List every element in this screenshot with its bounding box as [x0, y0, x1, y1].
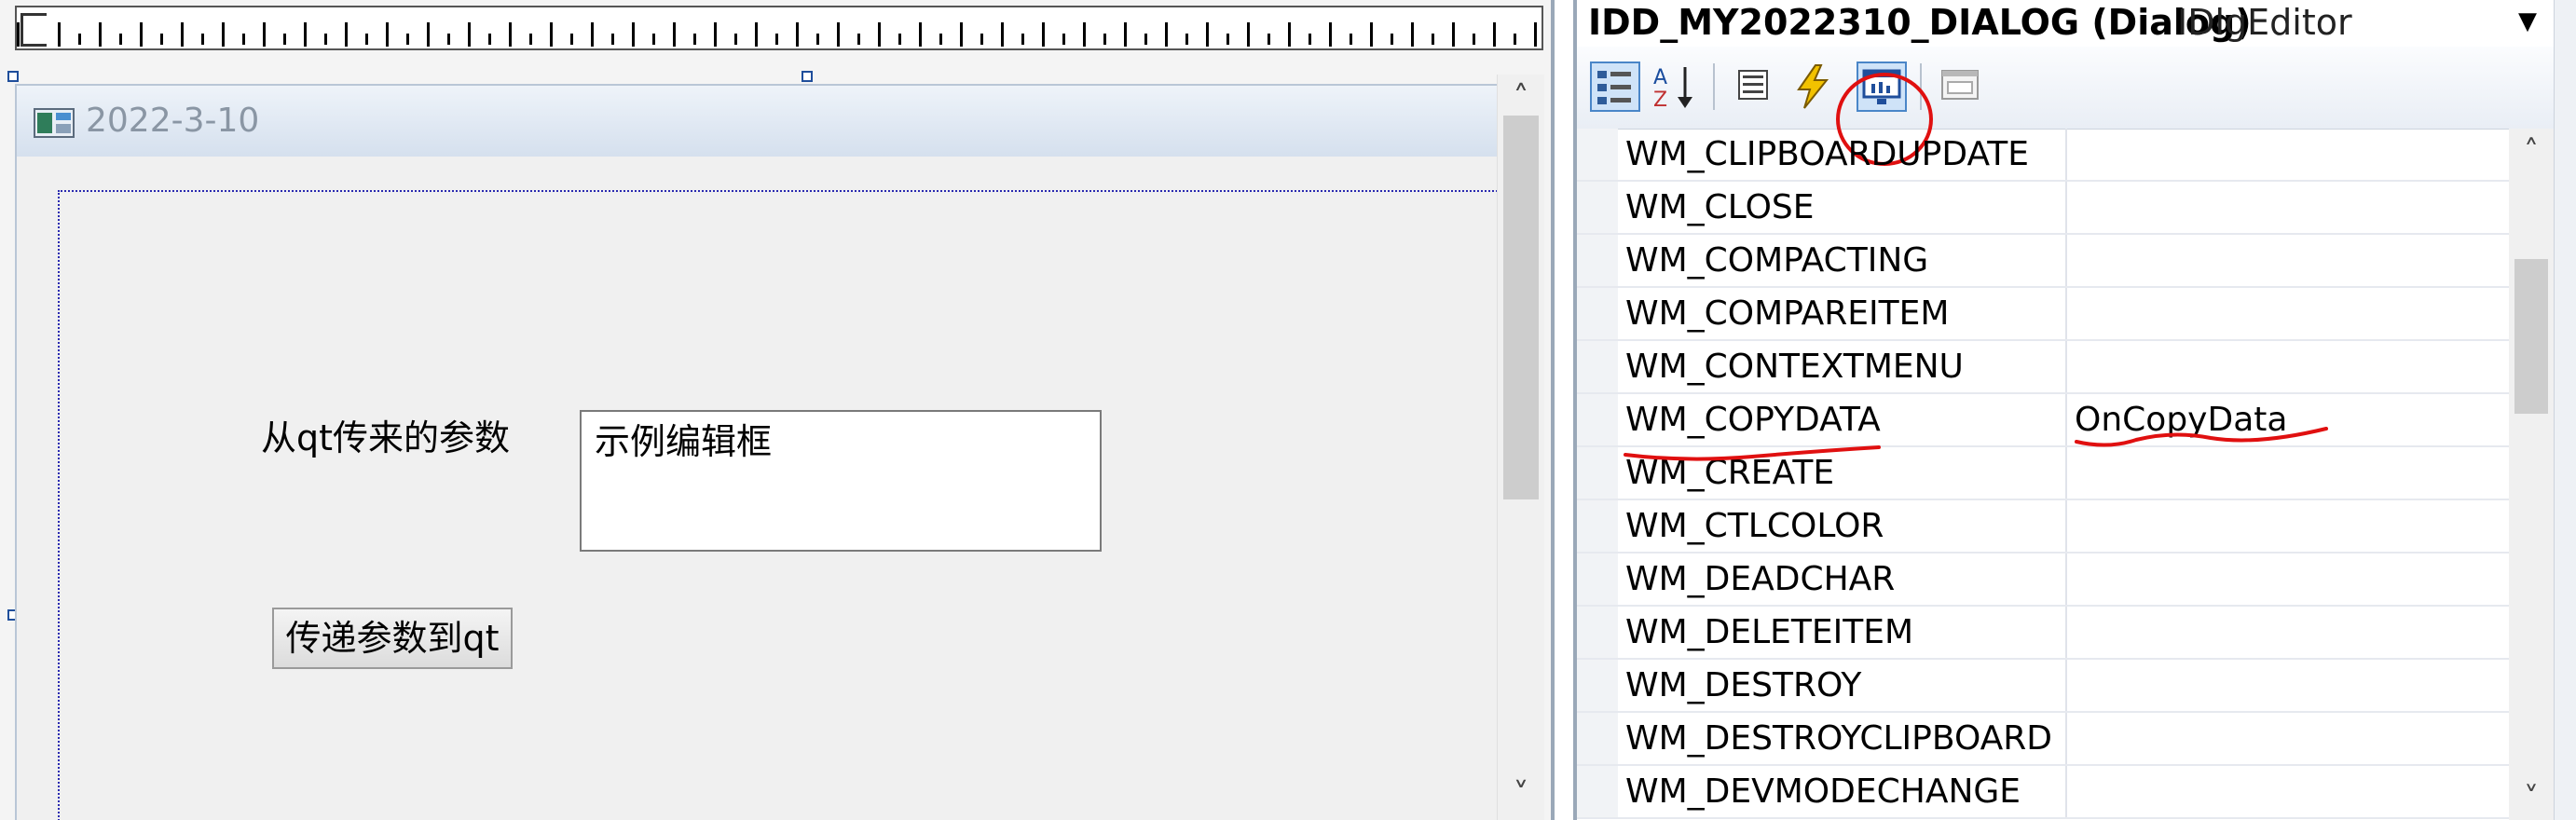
message-name[interactable]: WM_COMPAREITEM [1625, 294, 1949, 335]
message-name[interactable]: WM_CREATE [1625, 453, 1834, 494]
message-name[interactable]: WM_CLOSE [1625, 187, 1815, 228]
row-gutter [1577, 288, 1618, 339]
svg-text:A: A [1653, 66, 1667, 89]
message-name[interactable]: WM_DELETEITEM [1625, 612, 1913, 653]
row-gutter [1577, 182, 1618, 233]
message-row[interactable]: WM_CLIPBOARDUPDATE [1577, 129, 2509, 182]
overrides-icon[interactable] [1935, 62, 1985, 112]
message-row[interactable]: WM_CREATE [1577, 447, 2509, 500]
column-divider [2065, 660, 2067, 711]
row-gutter [1577, 394, 1618, 445]
message-row[interactable]: WM_DELETEITEM [1577, 607, 2509, 660]
message-row[interactable]: WM_COMPAREITEM [1577, 288, 2509, 341]
row-gutter [1577, 607, 1618, 658]
ruler[interactable] [15, 6, 1543, 50]
designer-vertical-scrollbar[interactable]: ˄ ˅ [1497, 75, 1544, 820]
resize-handle-top-left[interactable] [7, 71, 19, 82]
scroll-up-icon[interactable]: ˄ [2509, 129, 2554, 173]
row-gutter [1577, 129, 1618, 180]
app-icon [34, 108, 75, 138]
row-gutter [1577, 554, 1618, 605]
message-name[interactable]: WM_DEADCHAR [1625, 559, 1895, 600]
grid-vertical-scrollbar[interactable]: ˄ ˅ [2509, 129, 2554, 820]
dialog-designer: 2022-3-10 从qt传来的参数 示例编辑框 传递参数到qt ˄ ˅ [0, 0, 1551, 820]
properties-toolbar: AZ [1577, 47, 2554, 166]
sample-edit-box[interactable]: 示例编辑框 [580, 410, 1102, 552]
scroll-down-icon[interactable]: ˅ [2509, 775, 2554, 820]
message-row[interactable]: WM_CLOSE [1577, 182, 2509, 235]
dock-edge-strip[interactable] [2554, 0, 2576, 820]
column-divider [2065, 766, 2067, 817]
row-gutter [1577, 713, 1618, 764]
pass-params-button[interactable]: 传递参数到qt [272, 608, 513, 669]
scroll-thumb[interactable] [2514, 259, 2548, 414]
row-gutter [1577, 447, 1618, 499]
column-divider [2065, 607, 2067, 658]
row-gutter [1577, 341, 1618, 392]
scroll-down-icon[interactable]: ˅ [1498, 772, 1544, 818]
message-name[interactable]: WM_COMPACTING [1625, 240, 1928, 281]
toolbar-separator [1713, 63, 1715, 110]
events-icon[interactable] [1788, 62, 1838, 112]
message-row[interactable]: WM_COMPACTING [1577, 235, 2509, 288]
row-gutter [1577, 766, 1618, 817]
scroll-up-icon[interactable]: ˄ [1498, 75, 1544, 121]
scroll-thumb[interactable] [1503, 116, 1539, 499]
message-handler[interactable]: OnCopyData [2075, 400, 2287, 441]
column-divider [2065, 713, 2067, 764]
message-name[interactable]: WM_COPYDATA [1625, 400, 1881, 441]
message-row[interactable]: WM_CONTEXTMENU [1577, 341, 2509, 394]
column-divider [2065, 288, 2067, 339]
column-divider [2065, 554, 2067, 605]
message-row[interactable]: WM_DESTROY [1577, 660, 2509, 713]
column-divider [2065, 500, 2067, 552]
dialog-titlebar: 2022-3-10 [17, 86, 1504, 157]
column-divider [2065, 341, 2067, 392]
message-row[interactable]: WM_DEADCHAR [1577, 554, 2509, 607]
object-name: IDD_MY2022310_DIALOG (Dialog) [1588, 2, 2252, 43]
row-gutter [1577, 235, 1618, 286]
dialog-title: 2022-3-10 [86, 102, 260, 140]
message-row[interactable]: WM_DEVMODECHANGE [1577, 766, 2509, 819]
message-name[interactable]: WM_CONTEXTMENU [1625, 347, 1964, 388]
edit-box-text: 示例编辑框 [595, 421, 773, 462]
message-name[interactable]: WM_DESTROY [1625, 665, 1861, 706]
static-text-label[interactable]: 从qt传来的参数 [261, 417, 510, 458]
message-name[interactable]: WM_DESTROYCLIPBOARD [1625, 718, 2052, 759]
properties-panel: IDD_MY2022310_DIALOG (Dialog) IDlgEditor… [1577, 0, 2576, 820]
column-divider [2065, 182, 2067, 233]
row-gutter [1577, 500, 1618, 552]
pane-splitter[interactable] [1551, 0, 1577, 820]
object-selector[interactable]: IDD_MY2022310_DIALOG (Dialog) IDlgEditor… [1577, 0, 2554, 48]
column-divider [2065, 447, 2067, 499]
message-row[interactable]: WM_CTLCOLOR [1577, 500, 2509, 554]
properties-icon[interactable] [1728, 62, 1778, 112]
message-name[interactable]: WM_DEVMODECHANGE [1625, 772, 2021, 813]
column-divider [2065, 235, 2067, 286]
row-gutter [1577, 660, 1618, 711]
dialog-frame[interactable]: 2022-3-10 从qt传来的参数 示例编辑框 传递参数到qt [15, 84, 1512, 820]
message-row[interactable]: WM_COPYDATA OnCopyData [1577, 394, 2509, 447]
message-name[interactable]: WM_CTLCOLOR [1625, 506, 1884, 547]
object-class: IDlgEditor [2177, 2, 2352, 43]
svg-text:Z: Z [1653, 89, 1667, 112]
column-divider [2065, 129, 2067, 180]
messages-grid: WM_CLIPBOARDUPDATE WM_CLOSE WM_COMPACTING W… [1577, 129, 2509, 820]
message-row[interactable]: WM_DESTROYCLIPBOARD [1577, 713, 2509, 766]
alphabetical-icon[interactable]: AZ [1650, 62, 1700, 112]
message-name[interactable]: WM_CLIPBOARDUPDATE [1625, 134, 2029, 175]
column-divider [2065, 394, 2067, 445]
dropdown-arrow-icon[interactable]: ▼ [2509, 0, 2546, 47]
categorized-icon[interactable] [1590, 62, 1640, 112]
resize-handle-top[interactable] [802, 71, 813, 82]
ruler-guide-marker[interactable] [21, 13, 47, 47]
